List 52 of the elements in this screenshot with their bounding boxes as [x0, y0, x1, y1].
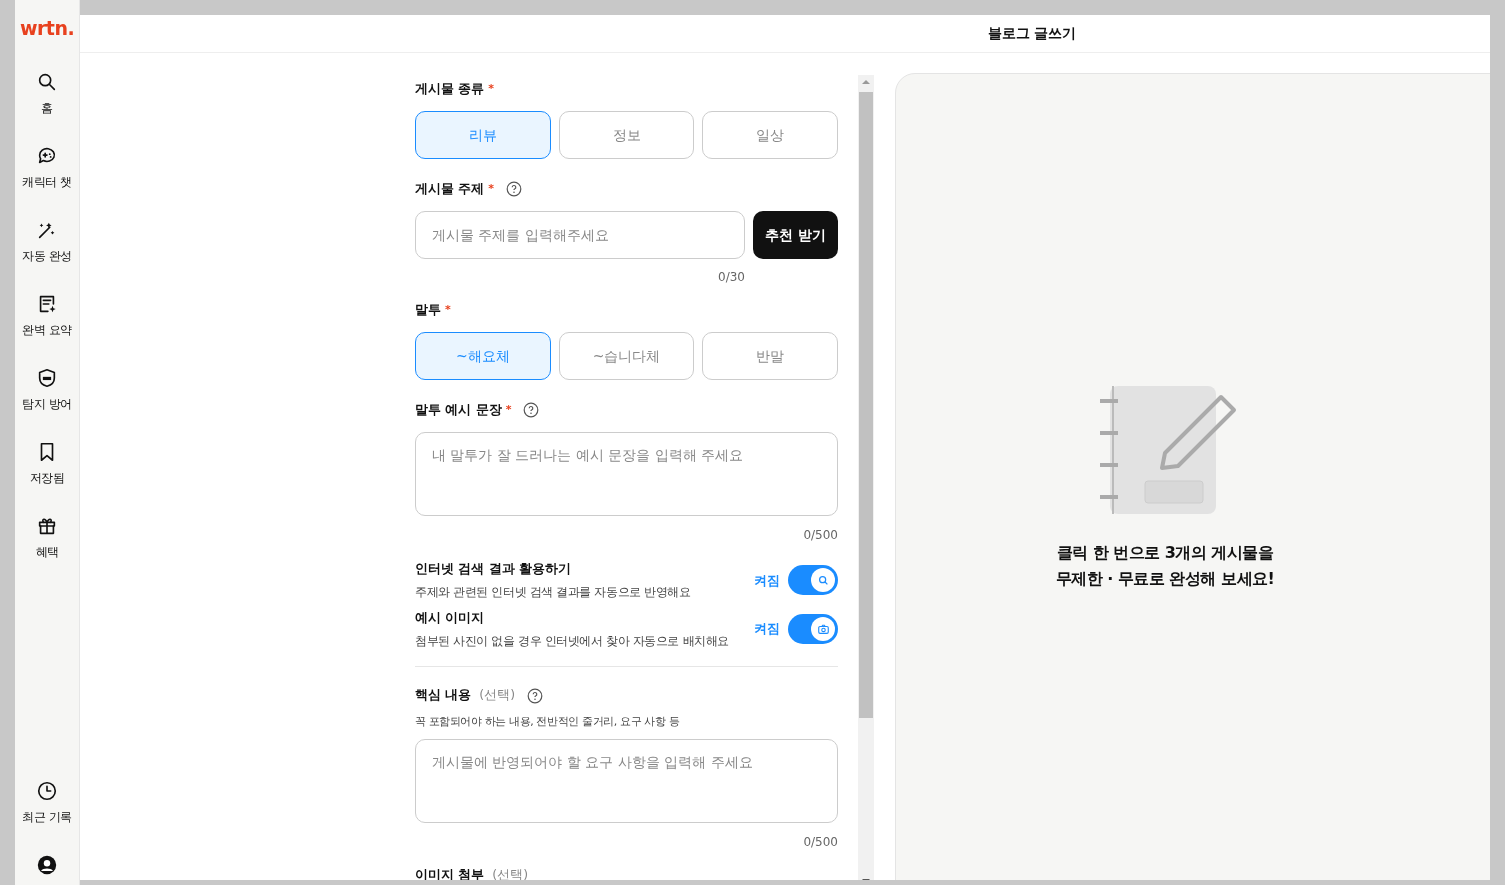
optional-label: (선택) [492, 865, 529, 880]
field-label: 게시물 주제 [415, 179, 485, 198]
character-counter: 0/500 [803, 834, 838, 851]
preview-message: 클릭 한 번으로 3개의 게시물을 무제한 · 무료로 완성해 보세요! [1055, 542, 1275, 590]
field-label: 게시물 종류 [415, 79, 485, 98]
sidebar-item[interactable]: 혜택 [15, 514, 79, 561]
sidebar-item[interactable]: 자동 완성 [15, 218, 79, 265]
help-icon[interactable] [506, 181, 523, 197]
field-hint: 꼭 포함되어야 하는 내용, 전반적인 줄거리, 요구 사항 등 [415, 713, 681, 730]
sidebar-item[interactable]: 캐릭터 챗 [15, 144, 79, 191]
option-button[interactable]: 정보 [558, 111, 695, 159]
toggle-switch[interactable] [788, 565, 838, 596]
required-mark: * [488, 80, 495, 97]
toggle-state-label: 켜짐 [754, 620, 780, 639]
sidebar-item[interactable]: 탐지 방어 [15, 366, 79, 413]
required-mark: * [445, 301, 451, 318]
page-title: 블로그 글쓰기 [987, 24, 1077, 43]
character-counter: 0/500 [803, 527, 838, 544]
field-label: 핵심 내용 [415, 686, 472, 705]
field-label: 말투 예시 문장 [415, 400, 502, 419]
clock-icon [36, 780, 58, 802]
tone-example-field[interactable]: 내 말투가 잘 드러나는 예시 문장을 입력해 주세요 [415, 432, 838, 516]
sidebar-item[interactable]: 최근 기록 [15, 780, 79, 826]
required-mark: * [505, 401, 512, 418]
help-icon[interactable] [527, 687, 544, 704]
logo[interactable]: wrtn. [15, 14, 79, 43]
optional-label: (선택) [479, 686, 516, 705]
toggle-switch[interactable] [788, 614, 838, 645]
key-content-field[interactable]: 게시물에 반영되어야 할 요구 사항을 입력해 주세요 [415, 739, 838, 823]
field-label: 이미지 첨부 [415, 865, 485, 880]
sidebar-item[interactable]: 완벽 요약 [15, 292, 79, 339]
avatar-icon [36, 854, 58, 876]
option-button[interactable]: 반말 [702, 332, 838, 380]
character-counter: 0/30 [718, 269, 745, 286]
sidebar-item[interactable]: 저장됨 [15, 440, 79, 487]
recommend-button[interactable]: 추천 받기 [753, 211, 838, 259]
toggle-state-label: 켜짐 [754, 571, 780, 590]
sidebar-item[interactable]: 홈 [15, 70, 79, 117]
option-button[interactable]: 일상 [702, 111, 838, 159]
setting-description: 첨부된 사진이 없을 경우 인터넷에서 찾아 자동으로 배치해요 [415, 632, 730, 650]
topic-input[interactable]: 게시물 주제를 입력해주세요 [415, 211, 746, 259]
setting-description: 주제와 관련된 인터넷 검색 결과를 자동으로 반영해요 [415, 583, 692, 601]
field-label: 말투 [415, 300, 441, 319]
camera-icon [816, 622, 830, 636]
shield-icon [36, 366, 58, 389]
setting-title: 인터넷 검색 결과 활용하기 [415, 560, 573, 578]
option-button[interactable]: ~습니다체 [558, 332, 695, 380]
search-icon [816, 573, 830, 587]
setting-title: 예시 이미지 [415, 608, 486, 627]
scrollbar[interactable] [858, 75, 874, 880]
help-icon[interactable] [523, 402, 540, 418]
required-mark: * [488, 180, 495, 197]
